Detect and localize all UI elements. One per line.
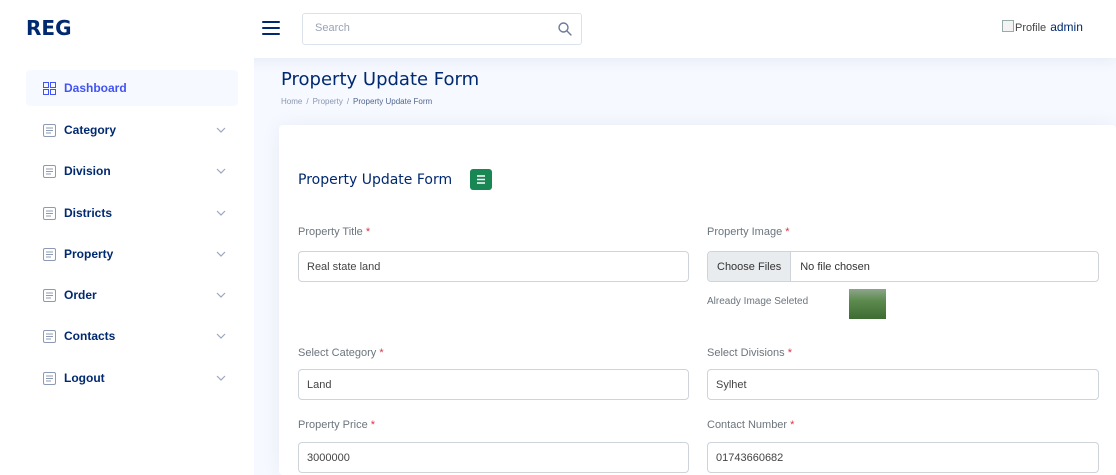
menu-button-icon [43, 329, 56, 343]
file-status: No file chosen [800, 260, 870, 273]
menu-button-icon [43, 164, 56, 178]
sidebar-item-property[interactable]: Property [26, 236, 238, 272]
sidebar-toggle-icon[interactable] [262, 21, 280, 35]
category-label: Select Category * [298, 347, 384, 359]
sidebar-item-dashboard[interactable]: Dashboard [26, 70, 238, 106]
sidebar-item-category[interactable]: Category [26, 112, 238, 148]
breadcrumb: Home / Property / Property Update Form [281, 97, 432, 106]
grid-icon [43, 81, 56, 95]
profile-menu[interactable]: Profile admin [1002, 20, 1083, 34]
sidebar-item-label: Contacts [64, 329, 116, 343]
breadcrumb-home[interactable]: Home [281, 97, 302, 106]
menu-button-icon [43, 206, 56, 220]
sidebar-item-label: Division [64, 164, 111, 178]
chevron-down-icon [216, 251, 226, 257]
choose-files-button[interactable]: Choose Files [708, 252, 792, 281]
chevron-down-icon [216, 292, 226, 298]
sidebar-item-order[interactable]: Order [26, 277, 238, 313]
contact-input[interactable] [707, 442, 1099, 473]
price-label: Property Price * [298, 419, 376, 431]
profile-image-alt: Profile [1015, 22, 1047, 34]
property-title-label: Property Title * [298, 226, 371, 238]
breadcrumb-separator: / [346, 97, 350, 106]
existing-image-note: Already Image Seleted [707, 296, 809, 307]
search-bar [302, 13, 582, 45]
chevron-down-icon [216, 168, 226, 174]
logo[interactable]: REG [26, 16, 71, 40]
division-label: Select Divisions * [707, 347, 792, 359]
page-title: Property Update Form [281, 69, 480, 90]
list-button[interactable] [470, 169, 492, 190]
sidebar: Dashboard Category Division Districts Pr… [0, 58, 254, 475]
contact-label: Contact Number * [707, 419, 795, 431]
form-title: Property Update Form [298, 172, 453, 188]
chevron-down-icon [216, 333, 226, 339]
chevron-down-icon [216, 127, 226, 133]
sidebar-item-logout[interactable]: Logout [26, 360, 238, 396]
sidebar-item-division[interactable]: Division [26, 153, 238, 189]
menu-button-icon [43, 123, 56, 137]
broken-image-icon [1002, 20, 1014, 32]
sidebar-item-label: Logout [64, 371, 105, 385]
existing-image-thumbnail [849, 289, 886, 319]
search-input[interactable] [313, 21, 537, 35]
sidebar-item-label: Category [64, 123, 117, 137]
sidebar-item-districts[interactable]: Districts [26, 195, 238, 231]
property-image-label: Property Image * [707, 226, 790, 238]
search-icon[interactable] [557, 21, 573, 37]
sidebar-item-label: Order [64, 288, 97, 302]
profile-username[interactable]: admin [1050, 20, 1083, 34]
menu-button-icon [43, 288, 56, 302]
menu-button-icon [43, 247, 56, 261]
chevron-down-icon [216, 375, 226, 381]
price-input[interactable] [298, 442, 689, 473]
sidebar-item-label: Districts [64, 206, 113, 220]
header: REG Profileadmin [0, 0, 1116, 58]
breadcrumb-property[interactable]: Property [313, 97, 343, 106]
property-title-input[interactable] [298, 251, 689, 282]
list-icon [477, 175, 485, 184]
chevron-down-icon [216, 210, 226, 216]
breadcrumb-separator: / [306, 97, 309, 106]
property-image-file-input[interactable]: Choose Files No file chosen [707, 251, 1099, 282]
category-select[interactable] [298, 369, 689, 400]
breadcrumb-current: Property Update Form [353, 97, 433, 106]
menu-button-icon [43, 371, 56, 385]
sidebar-item-label: Property [64, 247, 114, 261]
sidebar-item-label: Dashboard [64, 81, 127, 95]
division-select[interactable] [707, 369, 1099, 400]
sidebar-item-contacts[interactable]: Contacts [26, 318, 238, 354]
